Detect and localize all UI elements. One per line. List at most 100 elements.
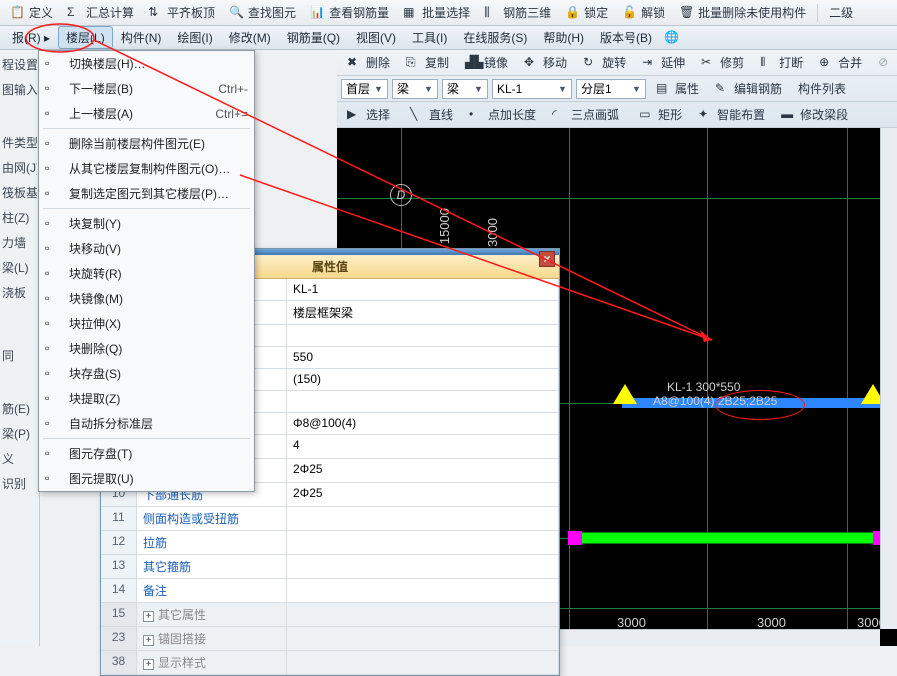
- property-value[interactable]: [287, 325, 559, 347]
- property-value[interactable]: [287, 651, 559, 675]
- property-value[interactable]: [287, 531, 559, 555]
- left-label[interactable]: 筋(E): [2, 400, 37, 417]
- tb-batch-delete[interactable]: 🗑批量删除未使用构件: [673, 1, 812, 24]
- select-cat1[interactable]: 梁▼: [392, 79, 438, 99]
- tb-align[interactable]: ⇅平齐板顶: [142, 1, 221, 24]
- menu-item-块提取(Z)[interactable]: ▫块提取(Z): [39, 386, 254, 411]
- btn-props[interactable]: ▤属性: [650, 77, 705, 100]
- beam-green[interactable]: [575, 532, 875, 544]
- btn-extend[interactable]: ⇥延伸: [636, 51, 691, 74]
- scrollbar-vertical[interactable]: [880, 128, 897, 629]
- menu-draw[interactable]: 绘图(I): [169, 26, 220, 49]
- property-value[interactable]: 2Φ25: [287, 459, 559, 483]
- property-value[interactable]: [287, 603, 559, 627]
- property-value[interactable]: [287, 391, 559, 413]
- beam-handle[interactable]: [568, 531, 582, 545]
- menu-item-自动拆分标准层[interactable]: ▫自动拆分标准层: [39, 411, 254, 436]
- menu-item-切换楼层(H)…[interactable]: ▫切换楼层(H)…: [39, 51, 254, 76]
- menu-online[interactable]: 在线服务(S): [455, 26, 535, 49]
- tb-view-qty[interactable]: 📊查看钢筋量: [304, 1, 395, 24]
- btn-rotate[interactable]: ↻旋转: [577, 51, 632, 74]
- property-value[interactable]: (150): [287, 369, 559, 391]
- property-value[interactable]: [287, 507, 559, 531]
- property-name-cell[interactable]: +锚固搭接: [137, 627, 287, 651]
- left-label[interactable]: 力墙: [2, 234, 37, 251]
- btn-merge[interactable]: ⊕合并: [813, 51, 868, 74]
- property-name-cell[interactable]: 备注: [137, 579, 287, 603]
- close-button[interactable]: ×: [539, 251, 555, 267]
- btn-mirror[interactable]: ▟▙镜像: [459, 51, 514, 74]
- menu-item-块移动(V)[interactable]: ▫块移动(V): [39, 236, 254, 261]
- menu-item-删除当前楼层构件图元(E)[interactable]: ▫删除当前楼层构件图元(E): [39, 131, 254, 156]
- property-name-cell[interactable]: +显示样式: [137, 651, 287, 675]
- menu-view[interactable]: 视图(V): [348, 26, 404, 49]
- tb-rebar3d[interactable]: ⫼钢筋三维: [478, 1, 557, 24]
- property-value[interactable]: Φ8@100(4): [287, 413, 559, 435]
- left-label[interactable]: 浇板: [2, 284, 37, 301]
- menu-left-report[interactable]: 报(R) ▸: [4, 26, 58, 49]
- btn-modify-beam[interactable]: ▬修改梁段: [775, 103, 854, 126]
- left-label[interactable]: 梁(L): [2, 259, 37, 276]
- btn-rect[interactable]: ▭矩形: [633, 103, 688, 126]
- btn-trim[interactable]: ✂修剪: [695, 51, 750, 74]
- btn-edit-rebar[interactable]: ✎编辑钢筋: [709, 77, 788, 100]
- menu-item-图元存盘(T)[interactable]: ▫图元存盘(T): [39, 441, 254, 466]
- property-value[interactable]: [287, 579, 559, 603]
- tb-unlock[interactable]: 🔓解锁: [616, 1, 671, 24]
- property-name-cell[interactable]: 侧面构造或受扭筋: [137, 507, 287, 531]
- btn-arc[interactable]: ◜三点画弧: [546, 103, 625, 126]
- menu-item-块镜像(M)[interactable]: ▫块镜像(M): [39, 286, 254, 311]
- menu-item-块存盘(S)[interactable]: ▫块存盘(S): [39, 361, 254, 386]
- btn-move[interactable]: ✥移动: [518, 51, 573, 74]
- property-name-cell[interactable]: 拉筋: [137, 531, 287, 555]
- left-label[interactable]: 程设置: [2, 56, 37, 73]
- property-value[interactable]: 楼层框架梁: [287, 301, 559, 325]
- menu-component[interactable]: 构件(N): [113, 26, 170, 49]
- left-label[interactable]: 同: [2, 347, 37, 364]
- left-label[interactable]: 件类型: [2, 134, 37, 151]
- tb-define[interactable]: 📋定义: [4, 1, 59, 24]
- menu-item-块复制(Y)[interactable]: ▫块复制(Y): [39, 211, 254, 236]
- select-cat2[interactable]: 梁▼: [442, 79, 488, 99]
- select-layer[interactable]: 分层1▼: [576, 79, 646, 99]
- left-label[interactable]: 图输入: [2, 81, 37, 98]
- expand-icon[interactable]: +: [143, 635, 154, 646]
- property-value[interactable]: 550: [287, 347, 559, 369]
- tb-secondary[interactable]: 二级: [823, 1, 859, 24]
- property-value[interactable]: KL-1: [287, 279, 559, 301]
- menu-item-复制选定图元到其它楼层(P)…[interactable]: ▫复制选定图元到其它楼层(P)…: [39, 181, 254, 206]
- menu-item-图元提取(U)[interactable]: ▫图元提取(U): [39, 466, 254, 491]
- left-label[interactable]: 识别: [2, 475, 37, 492]
- property-value[interactable]: 4: [287, 435, 559, 459]
- menu-floor[interactable]: 楼层(L): [58, 26, 113, 49]
- menu-tools[interactable]: 工具(I): [404, 26, 455, 49]
- property-value[interactable]: 2Φ25: [287, 483, 559, 507]
- menu-modify[interactable]: 修改(M): [221, 26, 279, 49]
- tb-batch-select[interactable]: ▦批量选择: [397, 1, 476, 24]
- btn-copy[interactable]: ⎘复制: [400, 51, 455, 74]
- btn-select[interactable]: ▶选择: [341, 103, 396, 126]
- tb-sum[interactable]: Σ汇总计算: [61, 1, 140, 24]
- tb-find[interactable]: 🔍查找图元: [223, 1, 302, 24]
- menu-item-块拉伸(X)[interactable]: ▫块拉伸(X): [39, 311, 254, 336]
- property-value[interactable]: [287, 627, 559, 651]
- left-label[interactable]: 义: [2, 450, 37, 467]
- globe-icon[interactable]: 🌐: [664, 30, 680, 46]
- btn-point-len[interactable]: •点加长度: [463, 103, 542, 126]
- left-label[interactable]: 筏板基础: [2, 184, 37, 201]
- property-name-cell[interactable]: 其它箍筋: [137, 555, 287, 579]
- btn-line[interactable]: ╲直线: [404, 103, 459, 126]
- menu-version[interactable]: 版本号(B): [592, 26, 660, 49]
- menu-item-上一楼层(A)[interactable]: ▫上一楼层(A)Ctrl+=: [39, 101, 254, 126]
- menu-item-下一楼层(B)[interactable]: ▫下一楼层(B)Ctrl+-: [39, 76, 254, 101]
- menu-item-块旋转(R)[interactable]: ▫块旋转(R): [39, 261, 254, 286]
- select-floor[interactable]: 首层▼: [341, 79, 388, 99]
- btn-comp-list[interactable]: 构件列表: [792, 77, 852, 100]
- left-label[interactable]: 柱(Z): [2, 209, 37, 226]
- menu-rebar-qty[interactable]: 钢筋量(Q): [279, 26, 348, 49]
- btn-smart[interactable]: ✦智能布置: [692, 103, 771, 126]
- menu-item-块删除(Q)[interactable]: ▫块删除(Q): [39, 336, 254, 361]
- menu-help[interactable]: 帮助(H): [535, 26, 592, 49]
- left-label[interactable]: 由网(J): [2, 159, 37, 176]
- select-component[interactable]: KL-1▼: [492, 79, 572, 99]
